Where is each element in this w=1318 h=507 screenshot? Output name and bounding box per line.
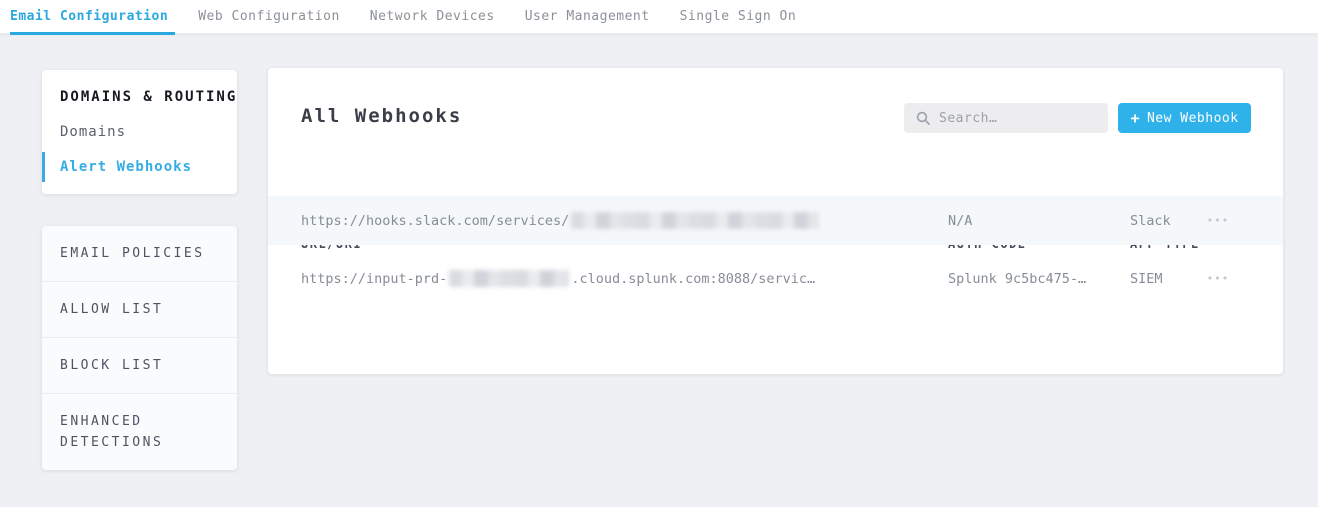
- app-type-cell: SIEM: [1130, 271, 1163, 287]
- webhook-url-prefix: https://hooks.slack.com/services/: [301, 213, 569, 229]
- sidebar-sections-card: EMAIL POLICIES ALLOW LIST BLOCK LIST ENH…: [42, 226, 237, 470]
- top-tab-bar: Email Configuration Web Configuration Ne…: [0, 0, 1318, 34]
- auth-code-cell: N/A: [948, 213, 972, 229]
- sidebar-item-block-list[interactable]: BLOCK LIST: [42, 338, 237, 394]
- tab-email-configuration[interactable]: Email Configuration: [10, 0, 183, 34]
- new-webhook-button[interactable]: + New Webhook: [1118, 103, 1251, 133]
- webhook-url-cell: https://input-prd- .cloud.splunk.com:808…: [301, 270, 815, 287]
- search-input[interactable]: [939, 111, 1089, 126]
- tab-network-devices[interactable]: Network Devices: [355, 0, 510, 34]
- webhook-url-cell: https://hooks.slack.com/services/: [301, 212, 819, 229]
- plus-icon: +: [1130, 111, 1140, 126]
- row-actions-ellipsis-icon[interactable]: •••: [1198, 214, 1238, 227]
- auth-code-cell: Splunk 9c5bc475-…: [948, 271, 1086, 287]
- redacted-url-segment: [449, 270, 569, 287]
- sidebar-item-enhanced-detections[interactable]: ENHANCED DETECTIONS: [42, 394, 237, 470]
- app-type-cell: Slack: [1130, 213, 1171, 229]
- row-actions-ellipsis-icon[interactable]: •••: [1198, 272, 1238, 285]
- table-row: https://hooks.slack.com/services/ N/A Sl…: [268, 196, 1283, 245]
- domains-routing-card: DOMAINS & ROUTING Domains Alert Webhooks: [42, 70, 237, 194]
- sidebar-item-domains[interactable]: Domains: [42, 121, 237, 143]
- table-row: https://input-prd- .cloud.splunk.com:808…: [268, 254, 1283, 303]
- tab-web-configuration[interactable]: Web Configuration: [183, 0, 355, 34]
- sidebar-item-email-policies[interactable]: EMAIL POLICIES: [42, 226, 237, 282]
- new-webhook-button-label: New Webhook: [1147, 111, 1239, 126]
- all-webhooks-panel: All Webhooks + New Webhook URL/URI AUTH …: [268, 68, 1283, 374]
- sidebar-item-alert-webhooks[interactable]: Alert Webhooks: [42, 156, 237, 178]
- tab-single-sign-on[interactable]: Single Sign On: [665, 0, 812, 34]
- redacted-url-segment: [571, 212, 819, 229]
- page-title: All Webhooks: [301, 105, 462, 127]
- domains-routing-header: DOMAINS & ROUTING: [42, 86, 237, 108]
- tab-user-management[interactable]: User Management: [510, 0, 665, 34]
- webhook-url-prefix: https://input-prd-: [301, 271, 447, 287]
- search-box[interactable]: [904, 103, 1108, 133]
- webhook-url-suffix: .cloud.splunk.com:8088/servic…: [571, 271, 815, 287]
- sidebar-item-allow-list[interactable]: ALLOW LIST: [42, 282, 237, 338]
- search-icon: [916, 111, 930, 125]
